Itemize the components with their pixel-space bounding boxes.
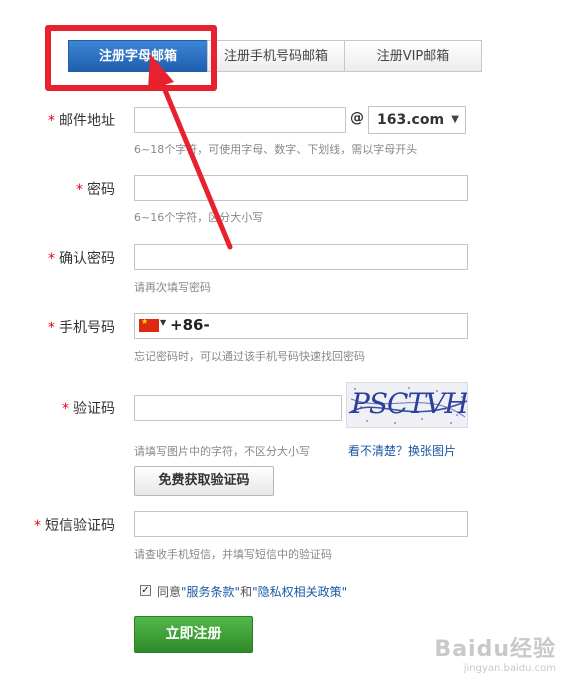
annotation-arrow	[148, 54, 233, 250]
watermark-url: jingyan.baidu.com	[463, 663, 556, 674]
baidu-jingyan-watermark: Baidu经验 jingyan.baidu.com	[434, 631, 556, 674]
watermark-brand: Baidu经验	[434, 637, 556, 662]
